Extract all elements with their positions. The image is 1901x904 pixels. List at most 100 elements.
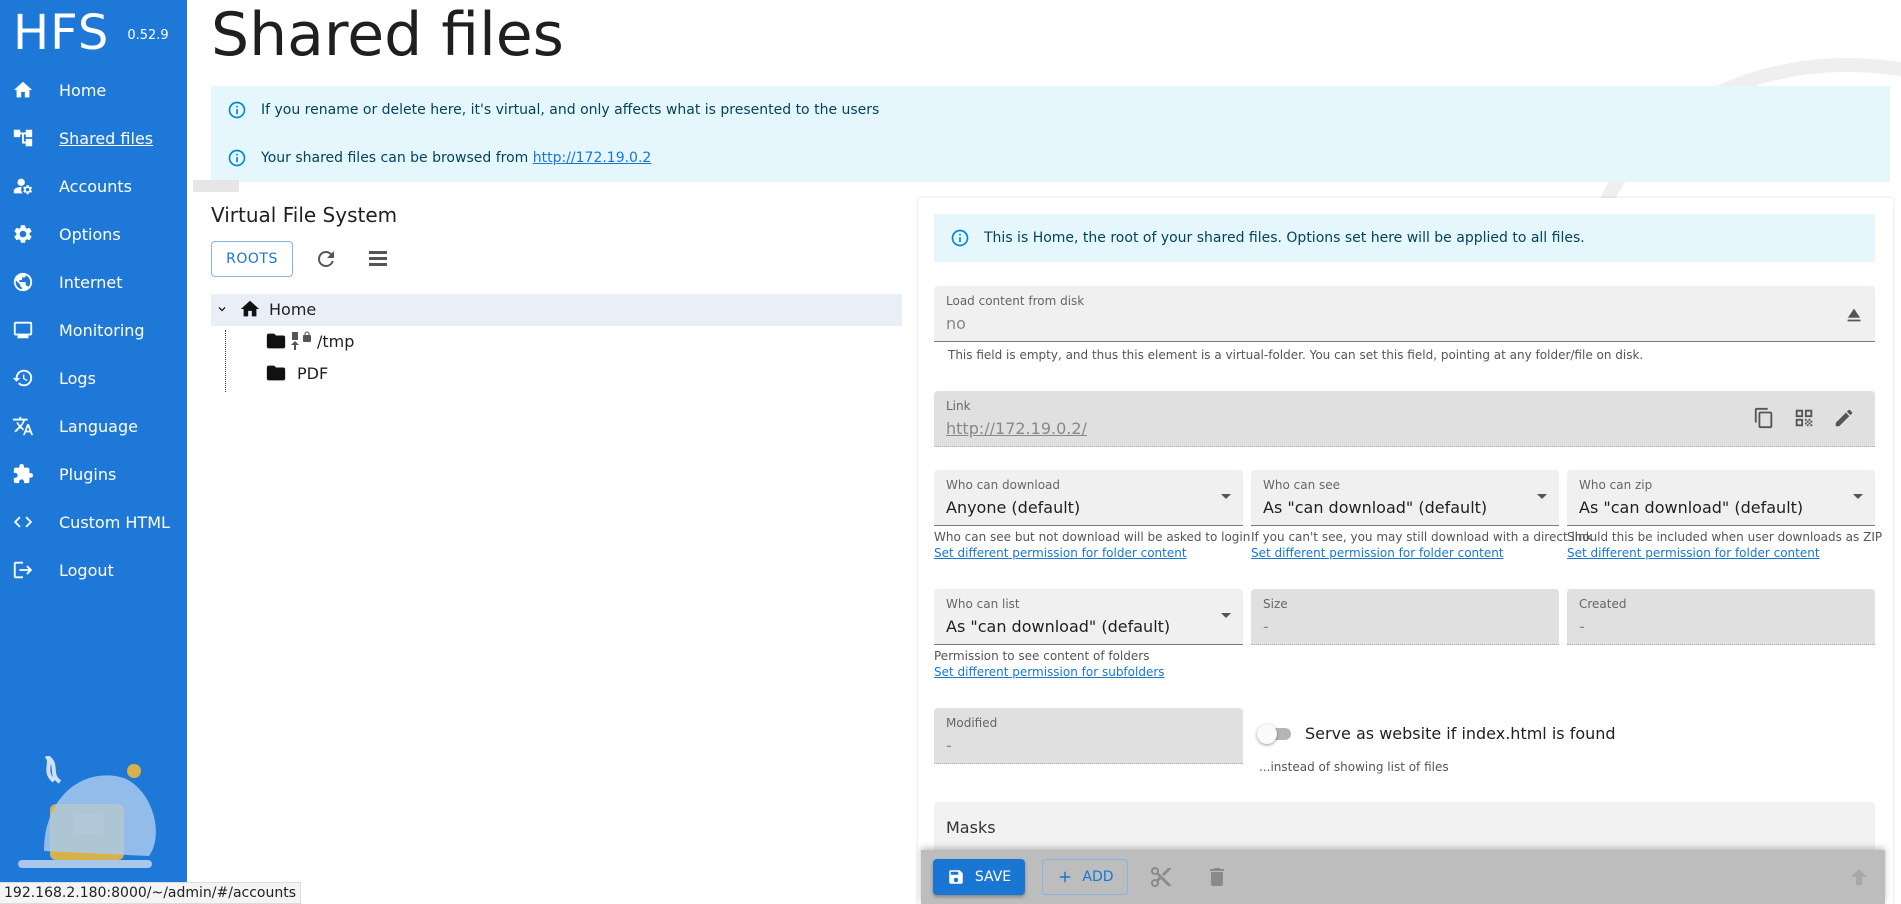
who-can-list-select[interactable]: Who can list As "can download" (default)	[934, 589, 1243, 645]
sidebar: HFS 0.52.9 Home Shared files Accounts Op…	[0, 0, 187, 904]
sidebar-item-internet[interactable]: Internet	[0, 258, 187, 306]
sidebar-item-label: Plugins	[59, 464, 117, 484]
field-value: As "can download" (default)	[946, 617, 1171, 636]
sidebar-item-options[interactable]: Options	[0, 210, 187, 258]
sidebar-item-shared-files[interactable]: Shared files	[0, 114, 187, 162]
field-label: Size	[1263, 597, 1288, 611]
sidebar-item-label: Custom HTML	[59, 512, 170, 532]
sidebar-item-monitoring[interactable]: Monitoring	[0, 306, 187, 354]
folder-icon	[266, 333, 286, 349]
field-value: As "can download" (default)	[1263, 498, 1488, 517]
who-can-download-select[interactable]: Who can download Anyone (default)	[934, 470, 1243, 526]
sidebar-item-accounts[interactable]: Accounts	[0, 162, 187, 210]
sidebar-item-label: Shared files	[59, 128, 154, 148]
brand: HFS 0.52.9	[13, 4, 169, 62]
add-label: ADD	[1082, 869, 1114, 885]
link-field: Link http://172.19.0.2/	[934, 391, 1875, 447]
field-value: -	[1263, 617, 1269, 636]
accounts-icon	[11, 174, 35, 198]
alert-text: Your shared files can be browsed from	[261, 150, 533, 166]
app-name: HFS	[13, 5, 110, 61]
globe-icon	[11, 270, 35, 294]
list-view-icon[interactable]	[366, 247, 390, 271]
dropdown-arrow-icon	[1537, 494, 1547, 499]
puzzle-icon	[11, 462, 35, 486]
sidebar-item-label: Home	[59, 80, 107, 100]
edit-icon[interactable]	[1833, 407, 1857, 431]
serve-website-toggle[interactable]	[1257, 724, 1295, 744]
action-bar: SAVE ADD	[921, 850, 1885, 904]
monitor-icon	[11, 318, 35, 342]
add-button[interactable]: ADD	[1042, 859, 1128, 895]
copy-icon[interactable]	[1753, 407, 1777, 431]
code-icon	[11, 510, 35, 534]
browser-status-url: 192.168.2.180:8000/~/admin/#/accounts	[0, 882, 302, 904]
zip-folder-permission-link[interactable]: Set different permission for folder cont…	[1567, 546, 1820, 560]
link-value[interactable]: http://172.19.0.2/	[946, 419, 1087, 438]
app-version: 0.52.9	[127, 28, 169, 43]
sidebar-item-language[interactable]: Language	[0, 402, 187, 450]
load-content-field[interactable]: Load content from disk no	[934, 286, 1875, 342]
sidebar-item-label: Options	[59, 224, 121, 244]
who-can-download-helper: Who can see but not download will be ask…	[934, 530, 1251, 544]
tree-row-pdf[interactable]: PDF	[265, 362, 328, 384]
field-value: Anyone (default)	[946, 498, 1081, 517]
size-field: Size -	[1251, 589, 1559, 645]
tree-row-home[interactable]: Home	[215, 298, 316, 320]
save-icon	[949, 870, 963, 884]
field-label: Link	[946, 399, 971, 413]
translate-icon	[11, 414, 35, 438]
file-details-panel: This is Home, the root of your shared fi…	[918, 198, 1893, 904]
delete-icon[interactable]	[1205, 865, 1229, 889]
dropdown-arrow-icon	[1221, 494, 1231, 499]
sidebar-item-label: Logs	[59, 368, 96, 388]
folder-icon	[266, 365, 286, 381]
alert-browse-info: Your shared files can be browsed from ht…	[211, 134, 1890, 182]
qrcode-icon[interactable]	[1793, 407, 1817, 431]
sidebar-item-label: Logout	[59, 560, 114, 580]
masks-section[interactable]: Masks	[934, 802, 1875, 854]
cut-icon[interactable]	[1149, 865, 1173, 889]
load-content-helper: This field is empty, and thus this eleme…	[948, 348, 1644, 362]
who-can-zip-select[interactable]: Who can zip As "can download" (default)	[1567, 470, 1875, 526]
who-can-list-helper: Permission to see content of folders	[934, 649, 1150, 663]
roots-button[interactable]: ROOTS	[211, 241, 293, 277]
tree-label: PDF	[297, 363, 329, 383]
sidebar-item-logs[interactable]: Logs	[0, 354, 187, 402]
gear-icon	[11, 222, 35, 246]
who-can-see-helper: If you can't see, you may still download…	[1251, 530, 1593, 544]
eject-icon[interactable]	[1843, 304, 1867, 328]
sidebar-item-logout[interactable]: Logout	[0, 546, 187, 594]
tree-label: Home	[269, 299, 317, 319]
field-value: -	[946, 736, 952, 755]
refresh-icon[interactable]	[314, 247, 338, 271]
chevron-down-icon[interactable]	[215, 302, 229, 316]
scroll-to-top-icon[interactable]	[1847, 865, 1871, 889]
sidebar-item-label: Language	[59, 416, 138, 436]
tree-label: /tmp	[317, 331, 355, 351]
who-can-see-select[interactable]: Who can see As "can download" (default)	[1251, 470, 1559, 526]
serve-website-helper: ...instead of showing list of files	[1259, 760, 1449, 774]
home-icon	[11, 78, 35, 102]
alert-virtual-info: If you rename or delete here, it's virtu…	[211, 86, 1890, 134]
history-icon	[11, 366, 35, 390]
dropdown-arrow-icon	[1221, 613, 1231, 618]
see-folder-permission-link[interactable]: Set different permission for folder cont…	[1251, 546, 1504, 560]
save-label: SAVE	[974, 869, 1012, 885]
sidebar-item-home[interactable]: Home	[0, 66, 187, 114]
list-subfolder-permission-link[interactable]: Set different permission for subfolders	[934, 665, 1165, 679]
home-icon	[240, 300, 260, 317]
field-value: no	[946, 314, 966, 333]
field-label: Who can zip	[1579, 478, 1653, 492]
field-value: -	[1579, 617, 1585, 636]
created-field: Created -	[1567, 589, 1875, 645]
save-button[interactable]: SAVE	[933, 859, 1025, 895]
tree-row-tmp[interactable]: /tmp	[265, 330, 354, 352]
sidebar-item-custom-html[interactable]: Custom HTML	[0, 498, 187, 546]
sidebar-item-plugins[interactable]: Plugins	[0, 450, 187, 498]
info-icon	[227, 148, 247, 168]
field-label: Who can see	[1263, 478, 1341, 492]
download-folder-permission-link[interactable]: Set different permission for folder cont…	[934, 546, 1187, 560]
browse-link[interactable]: http://172.19.0.2	[533, 150, 652, 166]
lock-icon	[303, 331, 311, 342]
